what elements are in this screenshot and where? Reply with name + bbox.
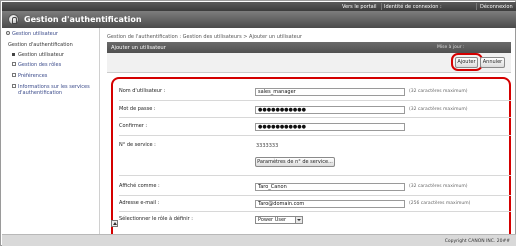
main-content: Gestion de l'authentification : Gestion … [101, 28, 515, 243]
display-name-label: Affiché comme : [119, 183, 160, 189]
app-title: Gestion d'authentification [24, 15, 142, 24]
username-input[interactable]: sales_manager [255, 88, 405, 96]
app-title-bar: Gestion d'authentification [2, 11, 516, 28]
sidebar-item-user-management-top[interactable]: Gestion utilisateur [12, 31, 58, 37]
separator [381, 3, 382, 10]
box-bullet-icon [12, 84, 16, 88]
scroll-to-top-icon[interactable] [111, 220, 118, 227]
role-select[interactable]: Power User [255, 216, 303, 224]
update-meta: Mise à jour : [437, 45, 465, 50]
sidebar-item-user-management[interactable]: Gestion utilisateur [18, 52, 64, 58]
circle-bullet-icon [6, 31, 10, 35]
email-label: Adresse e-mail : [119, 200, 160, 206]
square-bullet-icon [12, 53, 15, 56]
divider [119, 175, 511, 176]
divider [119, 117, 511, 118]
logout-link[interactable]: Déconnexion [480, 4, 513, 10]
role-select-value: Power User [258, 217, 287, 223]
confirm-label: Confirmer : [119, 123, 148, 129]
service-number-value: 3333333 [256, 143, 279, 149]
sidebar-item-preferences[interactable]: Préférences [18, 73, 47, 79]
sidebar-section-auth-management: Gestion d'authentification [8, 42, 73, 48]
divider [119, 100, 511, 101]
login-id-label: Identité de connexion : [384, 4, 442, 10]
user-form: Nom d'utilisateur : sales_manager (32 ca… [111, 77, 511, 243]
display-name-hint: (32 caractères maximum) [409, 184, 468, 189]
lock-icon [8, 14, 19, 25]
sidebar-item-roles[interactable]: Gestion des rôles [18, 62, 61, 68]
password-hint: (32 caractères maximum) [409, 107, 468, 112]
breadcrumb: Gestion de l'authentification : Gestion … [107, 34, 302, 40]
confirm-password-input[interactable]: ●●●●●●●●●●● [255, 123, 405, 131]
role-label: Sélectionner le rôle à définir : [119, 216, 193, 222]
divider [119, 135, 511, 136]
copyright: Copyright CANON INC. 20## [444, 239, 510, 244]
separator [476, 3, 477, 10]
divider [119, 211, 511, 212]
sidebar: Gestion utilisateur Gestion d'authentifi… [2, 28, 100, 234]
sidebar-item-auth-services-info-line2[interactable]: d'authentification [18, 90, 62, 96]
add-button[interactable]: Ajouter [455, 57, 478, 68]
footer: Copyright CANON INC. 20## [2, 234, 516, 246]
password-input[interactable]: ●●●●●●●●●●● [255, 106, 405, 114]
cancel-button[interactable]: Annuler [480, 57, 505, 68]
username-hint: (32 caractères maximum) [409, 89, 468, 94]
box-bullet-icon [12, 73, 16, 77]
portal-link[interactable]: Vers le portail [342, 4, 377, 10]
email-hint: (256 caractères maximum) [409, 201, 471, 206]
box-bullet-icon [12, 62, 16, 66]
action-bar: Ajouter Annuler [107, 53, 511, 73]
username-label: Nom d'utilisateur : [119, 88, 166, 94]
top-navigation-bar: Vers le portail Identité de connexion : … [2, 2, 516, 11]
service-number-settings-button[interactable]: Paramètres de n° de service... [255, 157, 335, 167]
divider [119, 195, 511, 196]
section-header: Ajouter un utilisateur Mise à jour : [107, 42, 511, 53]
password-label: Mot de passe : [119, 106, 156, 112]
browser-window: Vers le portail Identité de connexion : … [0, 0, 516, 246]
service-number-label: N° de service : [119, 142, 156, 148]
email-input[interactable]: Taro@domain.com [255, 200, 405, 208]
page-title: Ajouter un utilisateur [111, 45, 166, 51]
chevron-down-icon [295, 217, 302, 223]
display-name-input[interactable]: Taro_Canon [255, 183, 405, 191]
